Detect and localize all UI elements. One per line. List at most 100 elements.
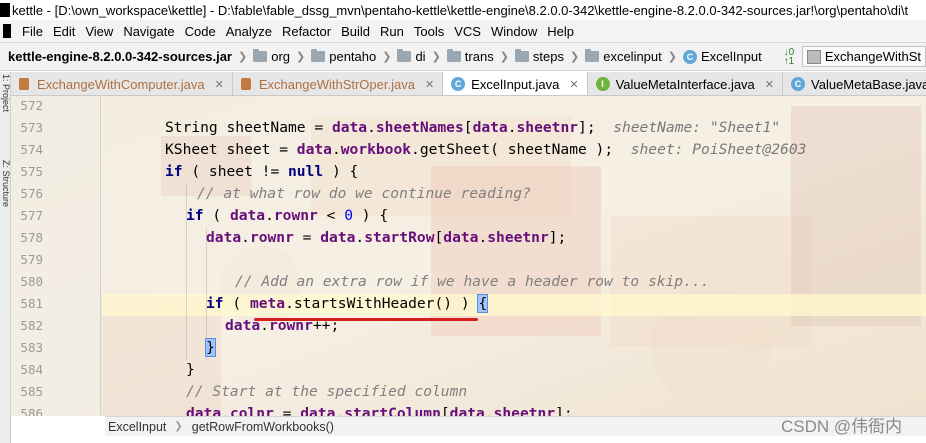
tab-label: ExchangeWithComputer.java (37, 76, 205, 92)
run-config-label: ExchangeWithSt (824, 49, 921, 64)
package-folder-icon (397, 49, 412, 62)
line-number: 583 (20, 340, 43, 355)
menu-navigate[interactable]: Navigate (118, 24, 179, 39)
close-icon[interactable]: ✕ (425, 78, 434, 91)
menu-code[interactable]: Code (180, 24, 221, 39)
package-folder-icon (585, 49, 600, 62)
menu-tools[interactable]: Tools (409, 24, 449, 39)
nav-crumb-trans[interactable]: trans (446, 49, 494, 64)
code-line-576: // at what row do we continue reading? (197, 185, 531, 202)
chevron-right-icon: ❯ (382, 51, 392, 63)
nav-crumb-label: trans (464, 49, 494, 64)
line-number: 581 (20, 296, 43, 311)
nav-crumb-label: pentaho (329, 49, 377, 64)
class-icon: C (791, 77, 806, 91)
chevron-right-icon: ❯ (667, 51, 677, 63)
line-number: 586 (20, 406, 43, 416)
close-icon[interactable]: ✕ (765, 78, 774, 91)
close-icon[interactable]: ✕ (215, 78, 224, 91)
tab-label: ValueMetaInterface.java (615, 76, 755, 92)
tab-value-meta-base[interactable]: C ValueMetaBase.java ✕ (783, 72, 926, 95)
tab-exchange-with-computer[interactable]: ExchangeWithComputer.java ✕ (11, 72, 233, 95)
breadcrumb-method[interactable]: getRowFromWorkbooks() (189, 420, 336, 434)
sort-icon[interactable]: ↓0 ↑1 (780, 47, 798, 66)
class-icon: C (682, 49, 697, 64)
package-folder-icon (311, 49, 326, 62)
menu-app-icon (3, 24, 11, 38)
tab-excel-input[interactable]: C ExcelInput.java ✕ (443, 72, 588, 95)
red-underline-annotation (254, 318, 478, 321)
nav-class-label: ExcelInput (700, 49, 762, 64)
package-folder-icon (446, 49, 461, 62)
chevron-right-icon: ❯ (431, 51, 441, 63)
package-folder-icon (253, 49, 268, 62)
code-line-580: // Add an extra row if we have a header … (235, 273, 710, 290)
nav-root-jar[interactable]: kettle-engine-8.2.0.0-342-sources.jar (0, 49, 232, 64)
chevron-right-icon: ❯ (238, 51, 248, 63)
line-number: 576 (20, 186, 43, 201)
menu-run[interactable]: Run (375, 24, 409, 39)
line-number: 577 (20, 208, 43, 223)
line-number: 579 (20, 252, 43, 267)
breadcrumb-class[interactable]: ExcelInput (105, 420, 168, 434)
menu-file[interactable]: File (17, 24, 48, 39)
csdn-watermark: CSDN @伟衙内 (781, 417, 903, 436)
close-icon[interactable]: ✕ (569, 78, 578, 91)
code-line-574: KSheet sheet = data.workbook.getSheet( s… (165, 141, 807, 158)
chevron-right-icon: ❯ (296, 51, 306, 63)
line-number: 582 (20, 318, 43, 333)
menu-edit[interactable]: Edit (48, 24, 80, 39)
nav-crumb-label: steps (532, 49, 564, 64)
tab-label: ExchangeWithStrOper.java (258, 76, 415, 92)
nav-crumb-org[interactable]: org (253, 49, 290, 64)
menu-build[interactable]: Build (336, 24, 375, 39)
line-number: 573 (20, 120, 43, 135)
nav-crumb-steps[interactable]: steps (514, 49, 564, 64)
code-line-577: if ( data.rownr < 0 ) { (186, 207, 389, 224)
line-number: 580 (20, 274, 43, 289)
nav-crumb-excelinput[interactable]: excelinput (585, 49, 662, 64)
menu-refactor[interactable]: Refactor (277, 24, 336, 39)
line-number: 572 (20, 98, 43, 113)
line-number: 574 (20, 142, 43, 157)
menu-help[interactable]: Help (542, 24, 579, 39)
menu-vcs[interactable]: VCS (449, 24, 486, 39)
menu-window[interactable]: Window (486, 24, 542, 39)
nav-crumb-pentaho[interactable]: pentaho (311, 49, 376, 64)
chevron-right-icon: ❯ (499, 51, 509, 63)
menu-analyze[interactable]: Analyze (221, 24, 277, 39)
chevron-right-icon: ❯ (174, 421, 183, 432)
nav-crumb-class[interactable]: C ExcelInput (682, 49, 762, 64)
code-line-586: data.colnr = data.startColumn[data.sheet… (186, 405, 573, 416)
nav-crumb-label: org (271, 49, 291, 64)
left-tool-stripe: 1: Project Z: Structure (0, 72, 11, 443)
line-number: 578 (20, 230, 43, 245)
window-title: kettle - [D:\own_workspace\kettle] - D:\… (12, 2, 909, 18)
code-editor[interactable]: 572 573 574 575 576 577 578 579 580 581 … (11, 96, 926, 416)
package-folder-icon (514, 49, 529, 62)
code-line-585: // Start at the specified column (186, 383, 468, 400)
debug-inline-value: sheet: PoiSheet@2603 (630, 141, 807, 158)
tab-exchange-with-str-oper[interactable]: ExchangeWithStrOper.java ✕ (233, 72, 444, 95)
matched-brace: } (205, 338, 216, 357)
code-line-578: data.rownr = data.startRow[data.sheetnr]… (206, 229, 567, 246)
menu-view[interactable]: View (80, 24, 118, 39)
tab-label: ValueMetaBase.java (811, 76, 926, 92)
project-tool-button[interactable]: 1: Project (0, 74, 10, 112)
run-configuration-selector[interactable]: ExchangeWithSt (801, 46, 926, 67)
interface-icon: I (595, 77, 610, 91)
matched-brace: { (477, 294, 489, 313)
window-title-bar: kettle - [D:\own_workspace\kettle] - D:\… (0, 0, 926, 20)
line-number: 575 (20, 164, 43, 179)
class-icon: C (451, 77, 466, 91)
nav-crumb-di[interactable]: di (397, 49, 426, 64)
structure-tool-button[interactable]: Z: Structure (0, 160, 10, 207)
line-number: 585 (20, 384, 43, 399)
line-number: 584 (20, 362, 43, 377)
tab-value-meta-interface[interactable]: I ValueMetaInterface.java ✕ (588, 72, 784, 95)
debug-inline-value: sheetName: "Sheet1" (613, 119, 781, 136)
code-line-583: } (205, 337, 216, 359)
code-line-575: if ( sheet != null ) { (165, 163, 359, 180)
code-line-573: String sheetName = data.sheetNames[data.… (165, 119, 781, 136)
menu-bar: File Edit View Navigate Code Analyze Ref… (0, 20, 926, 42)
